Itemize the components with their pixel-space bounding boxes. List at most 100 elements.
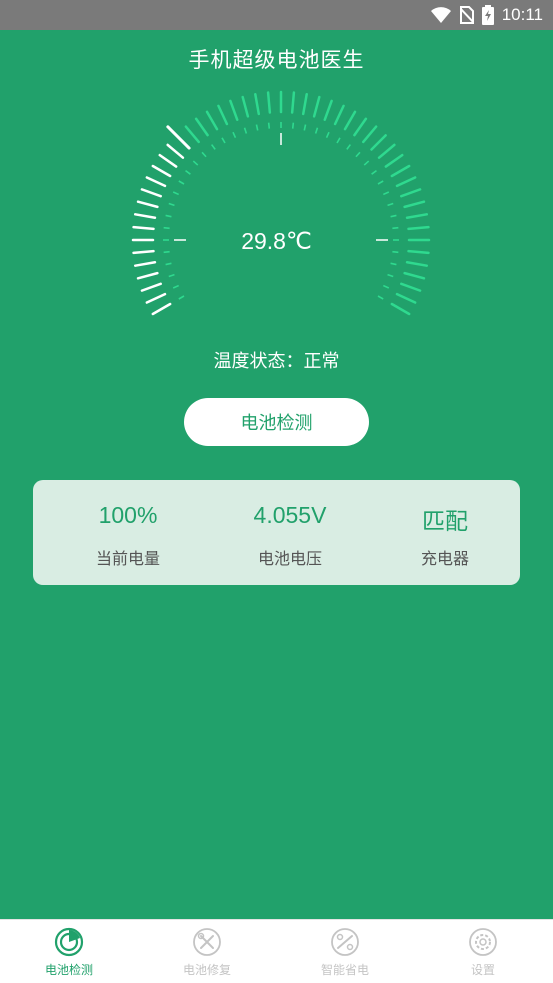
gauge-inner-tick [390,262,397,266]
gauge-inner-tick [178,180,185,185]
settings-icon [469,928,497,956]
gauge-tick [194,117,209,137]
gauge-tick [395,292,417,304]
gauge-tick [390,164,411,178]
nav-item-battery-detect[interactable]: 电池检测 [0,920,138,983]
temperature-value: 29.8℃ [241,228,312,254]
gauge-tick [400,282,422,292]
gauge-tick [362,125,378,144]
gauge-inner-tick [243,127,248,134]
temperature-gauge [131,90,431,316]
gauge-tick [205,110,219,131]
battery-level-value: 100% [98,502,158,528]
gauge-tick [312,95,321,118]
gauge-tick [145,176,167,188]
voltage-stat: 4.055V 电池电压 [210,480,370,585]
gauge-inner-tick [172,284,180,289]
gauge-inner-tick [178,295,185,300]
nav-label: 电池修复 [182,963,231,977]
gauge-inner-tick [382,284,390,289]
gauge-inner-tick [363,160,370,166]
gauge-inner-tick [172,191,180,196]
gauge-tick [395,176,417,188]
gauge-inner-tick [165,262,172,266]
gauge-inner-tick [291,122,295,129]
no-sim-icon [459,6,474,24]
nav-label: 设置 [470,963,495,977]
voltage-label: 电池电压 [257,549,322,568]
gauge-inner-tick [232,131,237,139]
gauge-inner-tick [165,214,172,218]
gauge-tick [384,153,404,168]
gauge-inner-tick [382,191,390,196]
gauge-tick [229,99,239,121]
gauge-tick [166,143,185,159]
gauge-tick [241,95,250,118]
gauge-inner-tick [355,151,361,158]
gauge-tick [217,104,229,126]
gauge-inner-tick [377,180,384,185]
battery-level-label: 当前电量 [95,549,160,568]
charger-value: 匹配 [422,508,468,534]
gauge-tick [158,153,178,168]
battery-charging-icon [481,5,494,25]
gauge-tick [254,92,261,116]
gauge-tick [184,125,200,144]
nav-item-settings[interactable]: 设置 [414,920,552,983]
gauge-inner-tick [185,169,191,175]
gauge-tick [405,260,429,267]
battery-detect-icon [54,927,84,957]
charger-label: 充电器 [420,549,469,568]
gauge-inner-tick [267,122,271,129]
gauge-tick [166,125,191,150]
voltage-value: 4.055V [253,502,327,528]
nav-item-smart-save[interactable]: 智能省电 [276,920,414,983]
gauge-tick [403,271,426,280]
gauge-inner-tick [314,127,319,134]
gauge-tick [140,282,162,292]
gauge-tick [145,292,167,304]
gauge-inner-tick [303,124,307,131]
charger-stat: 匹配 充电器 [365,480,525,585]
bottom-nav: 电池检测 电池修复 智能省电 设置 [0,919,553,983]
temperature-status: 温度状态：正常 [213,351,340,372]
gauge-inner-tick [390,214,397,218]
gauge-tick [377,143,396,159]
gauge-inner-tick [201,151,207,158]
nav-item-battery-repair[interactable]: 电池修复 [138,920,276,983]
nav-label: 电池检测 [44,963,93,977]
smart-save-icon [331,928,359,956]
gauge-tick [333,104,345,126]
wifi-icon [430,7,451,23]
gauge-inner-tick [387,202,394,207]
gauge-tick [140,188,162,198]
gauge-tick [133,260,157,267]
gauge-inner-tick [336,137,341,144]
gauge-inner-tick [168,273,175,278]
gauge-tick [301,92,308,116]
gauge-tick [343,110,357,131]
nav-label: 智能省电 [320,963,369,977]
gauge-tick [290,91,296,114]
gauge-tick [403,200,426,209]
battery-info-card: 100% 当前电量 4.055V 电池电压 匹配 充电器 [33,480,520,585]
battery-level-stat: 100% 当前电量 [48,480,208,585]
gauge-inner-tick [221,137,226,144]
gauge-inner-tick [377,295,384,300]
status-bar: 10:11 [0,0,553,30]
status-time: 10:11 [501,5,543,24]
gauge-inner-tick [387,273,394,278]
app-title: 手机超级电池医生 [188,48,365,72]
battery-detect-button[interactable]: 电池检测 [184,398,369,446]
gauge-tick [136,271,159,280]
gauge-inner-tick [346,144,352,150]
gauge-tick [136,200,159,209]
gauge-tick [151,302,172,316]
gauge-tick [400,188,422,198]
gauge-tick [405,213,429,220]
gauge-tick [323,99,333,121]
gauge-tick [151,164,172,178]
gauge-inner-tick [192,160,199,166]
gauge-inner-tick [371,169,377,175]
gauge-tick [266,91,272,114]
